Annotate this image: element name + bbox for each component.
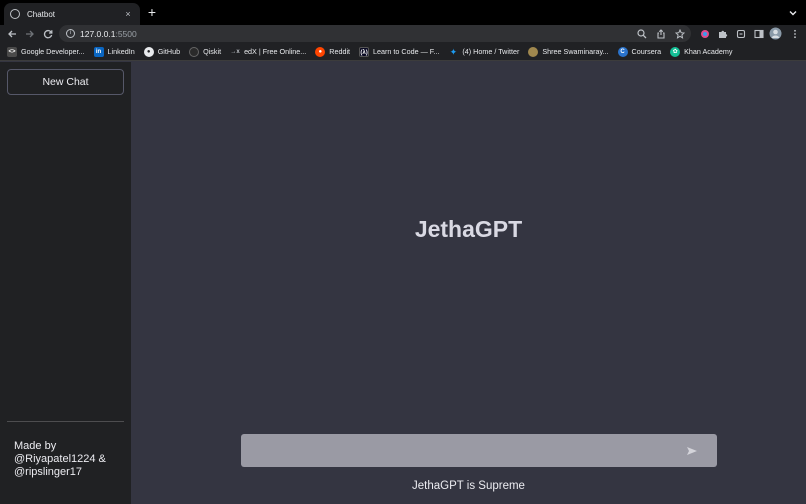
chevron-down-icon[interactable] — [787, 6, 799, 18]
sidebar: New Chat Made by @Riyapatel1224 & @ripsl… — [0, 62, 131, 504]
bookmark-qiskit[interactable]: Qiskit — [189, 45, 221, 59]
chat-main-panel: JethaGPT JethaGPT is Supreme — [131, 62, 806, 504]
freecodecamp-icon: (λ) — [359, 46, 370, 57]
message-input[interactable] — [241, 434, 681, 467]
bookmark-label: Learn to Code — F... — [373, 47, 440, 56]
google-developers-icon: <> — [7, 46, 17, 57]
url-port: :5500 — [115, 28, 137, 39]
bookmark-reddit[interactable]: ● Reddit — [315, 45, 350, 59]
bookmark-edx[interactable]: →x edX | Free Online... — [230, 45, 306, 59]
bookmark-label: Shree Swaminaray... — [542, 47, 609, 56]
bookmark-twitter[interactable]: ✦ (4) Home / Twitter — [448, 45, 520, 59]
send-icon[interactable] — [685, 444, 699, 457]
extensions-puzzle-icon[interactable] — [717, 28, 728, 39]
linkedin-icon: in — [93, 46, 104, 57]
browser-tab-title: Chatbot — [27, 9, 56, 19]
side-panel-icon[interactable] — [753, 28, 764, 39]
new-tab-button[interactable]: + — [145, 5, 159, 19]
bookmark-label: Reddit — [329, 47, 351, 56]
swaminarayan-icon — [528, 46, 539, 57]
bookmark-label: Qiskit — [203, 47, 222, 56]
app-title: JethaGPT — [414, 216, 523, 242]
bookmark-google-developers[interactable]: <> Google Developer... — [7, 45, 85, 59]
sync-extension-icon[interactable] — [735, 28, 746, 39]
color-extension-icon[interactable] — [699, 28, 710, 39]
bookmark-star-icon[interactable] — [674, 28, 685, 39]
github-icon: ● — [143, 46, 154, 57]
reload-icon[interactable] — [40, 26, 56, 42]
browser-toolbar: i 127.0.0.1:5500 — [0, 25, 806, 43]
bookmark-swaminarayan[interactable]: Shree Swaminaray... — [528, 45, 609, 59]
bookmark-label: LinkedIn — [107, 47, 135, 56]
credits-line: @ripslinger17 — [14, 466, 83, 478]
bookmark-label: GitHub — [157, 47, 181, 56]
bookmark-github[interactable]: ● GitHub — [143, 45, 181, 59]
profile-avatar[interactable] — [769, 27, 782, 40]
edx-icon: →x — [230, 46, 241, 57]
credits-line: @Riyapatel1224 & — [14, 453, 106, 465]
credits-line: Made by — [14, 440, 57, 452]
browser-tab[interactable]: Chatbot × — [4, 3, 140, 25]
bookmarks-bar: <> Google Developer... in LinkedIn ● Git… — [0, 43, 806, 61]
more-vertical-icon[interactable] — [789, 28, 800, 39]
bookmark-label: Coursera — [631, 47, 662, 56]
globe-icon — [10, 9, 20, 19]
share-icon[interactable] — [655, 28, 666, 39]
close-tab-icon[interactable]: × — [122, 9, 134, 19]
bookmark-label: edX | Free Online... — [244, 47, 307, 56]
url-host: 127.0.0.1 — [80, 28, 116, 39]
bookmark-freecodecamp[interactable]: (λ) Learn to Code — F... — [359, 45, 439, 59]
browser-tab-strip: Chatbot × + — [0, 0, 806, 25]
new-chat-button[interactable]: New Chat — [7, 69, 124, 95]
footer-note: JethaGPT is Supreme — [412, 480, 525, 492]
address-bar[interactable]: i 127.0.0.1:5500 — [59, 25, 691, 42]
twitter-icon: ✦ — [449, 46, 458, 57]
back-arrow-icon[interactable] — [4, 26, 20, 42]
credits-text: Made by @Riyapatel1224 & @ripslinger17 — [14, 440, 126, 479]
bookmark-khan-academy[interactable]: ✿ Khan Academy — [670, 45, 732, 59]
coursera-icon: C — [617, 46, 628, 57]
forward-arrow-icon[interactable] — [22, 26, 38, 42]
message-input-container — [241, 434, 717, 467]
bookmark-coursera[interactable]: C Coursera — [617, 45, 662, 59]
khan-academy-icon: ✿ — [670, 46, 681, 57]
bookmark-label: Google Developer... — [21, 47, 85, 56]
reddit-icon: ● — [315, 46, 326, 57]
bookmark-label: Khan Academy — [684, 47, 733, 56]
qiskit-icon — [189, 46, 200, 57]
zoom-icon[interactable] — [636, 28, 647, 39]
bookmark-linkedin[interactable]: in LinkedIn — [93, 45, 135, 59]
sidebar-divider — [7, 421, 124, 422]
bookmark-label: (4) Home / Twitter — [462, 47, 520, 56]
site-info-icon[interactable]: i — [66, 29, 75, 38]
